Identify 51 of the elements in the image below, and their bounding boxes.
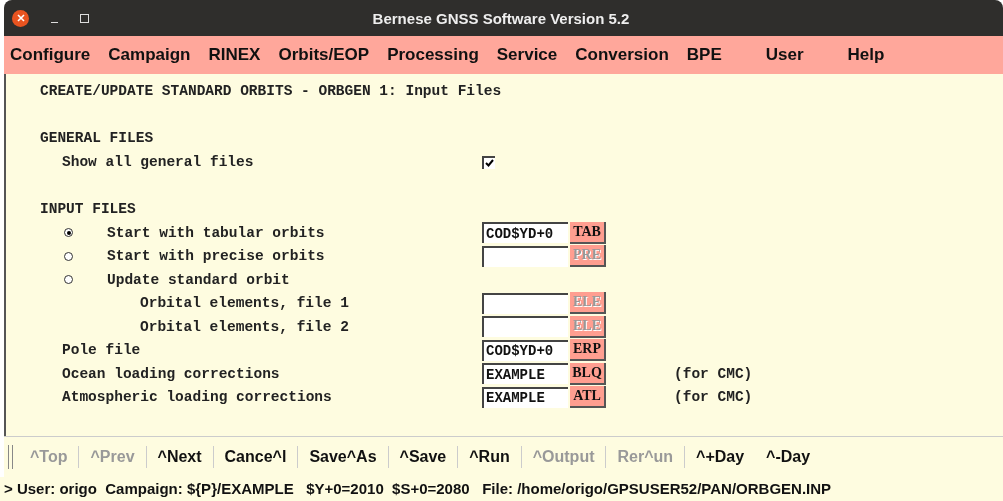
field-note: (for CMC) [674,365,753,382]
file-field[interactable] [482,316,568,338]
file-select-button[interactable]: ATL [570,386,606,409]
file-field[interactable]: EXAMPLE [482,363,568,385]
menu-item[interactable]: Configure [10,45,91,65]
radio-button[interactable] [64,275,73,285]
minimize-icon[interactable] [51,21,58,24]
option-label: Start with tabular orbits [107,224,325,241]
panel-title: CREATE/UPDATE STANDARD ORBITS - ORBGEN 1: Input Files [40,82,503,101]
field-label: Ocean loading corrections [62,365,280,382]
menu-item[interactable]: RINEX [208,45,261,65]
field-label: Orbital elements, file 2 [140,318,349,335]
field-label: Pole file [62,342,141,359]
option-label: Start with precise orbits [107,248,325,265]
field-label: Atmospheric loading corrections [62,389,332,406]
field-label: Orbital elements, file 1 [140,295,349,312]
menu-item[interactable]: Campaign [108,45,191,65]
toolbar-button[interactable]: ^Run [458,446,522,468]
maximize-icon[interactable] [80,13,89,23]
file-select-button[interactable]: TAB [570,221,606,244]
field-note: (for CMC) [674,389,753,406]
toolbar-button[interactable]: ^+Day [685,446,756,468]
file-field[interactable]: COD$YD+0 [482,222,568,244]
file-field[interactable] [482,292,568,314]
radio-button[interactable] [64,228,73,238]
menu-item[interactable]: Conversion [575,45,669,65]
close-icon[interactable] [12,9,29,27]
option-label: Show all general files [62,154,254,171]
toolbar-button[interactable]: ^Next [146,446,214,468]
section-heading: GENERAL FILES [40,129,155,148]
menu-item[interactable]: Orbits/EOP [278,45,370,65]
option-label: Update standard orbit [107,271,290,288]
file-field[interactable]: COD$YD+0 [482,339,568,361]
file-select-button[interactable]: ERP [570,339,606,362]
radio-button[interactable] [64,251,73,261]
window-title: Bernese GNSS Software Version 5.2 [371,9,631,27]
section-heading: INPUT FILES [40,199,137,219]
menu-item[interactable]: Help [847,45,885,65]
toolbar-button[interactable]: Cance^l [213,446,299,468]
menu-item[interactable]: BPE [686,45,722,65]
toolbar-button[interactable]: ^-Day [755,446,822,468]
toolbar-button[interactable]: Save^As [298,446,389,468]
file-field[interactable]: EXAMPLE [482,386,568,408]
status-bar: > User: origo Campaign: ${P}/EXAMPLE $Y+0=2010 $S+0=2080 File: /home/origo/GPSUSER52/PAN/ORBGEN.INP [0,477,1003,501]
toolbar-button[interactable]: ^Save [388,446,459,468]
menu-item[interactable]: Service [496,45,558,65]
file-field[interactable] [482,245,568,267]
menu-item[interactable]: Processing [387,45,479,65]
menu-item[interactable]: User [765,45,804,65]
checkbox[interactable] [482,155,495,169]
file-select-button[interactable]: BLQ [570,362,606,385]
